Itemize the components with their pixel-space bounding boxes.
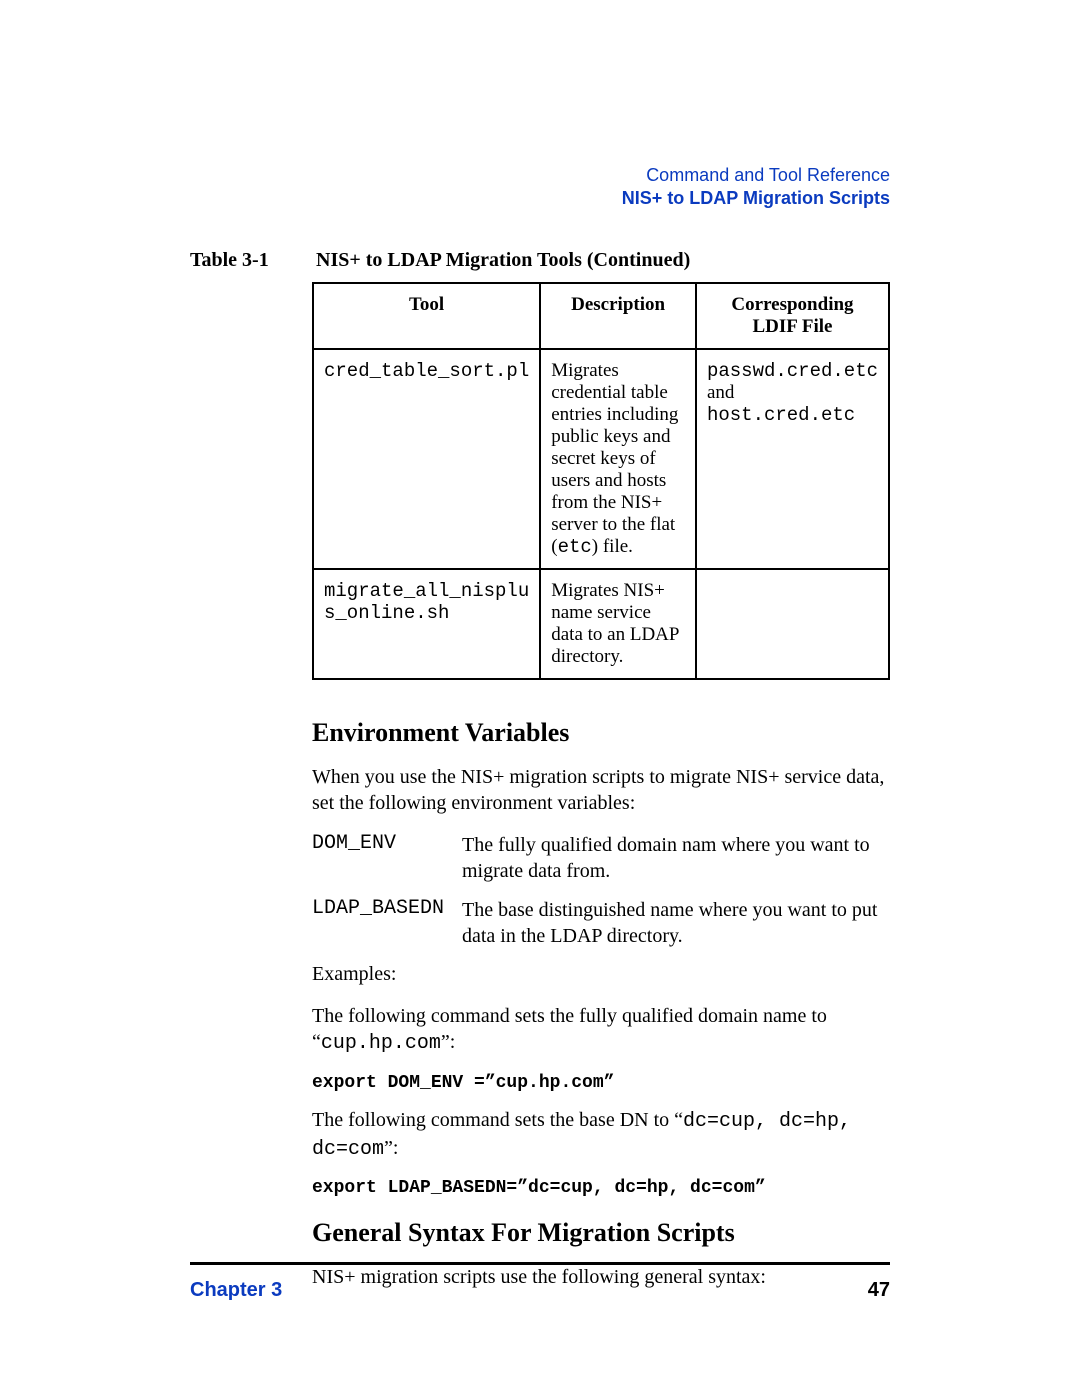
inline-code: cup.hp.com: [321, 1032, 441, 1055]
text: ”:: [441, 1031, 455, 1053]
table-row: cred_table_sort.pl Migrates credential t…: [313, 349, 889, 569]
paragraph: The following command sets the base DN t…: [312, 1107, 890, 1164]
heading-environment-variables: Environment Variables: [312, 718, 890, 748]
text: The following command sets the base DN t…: [312, 1109, 683, 1131]
table-row: migrate_all_nisplus_online.sh Migrates N…: [313, 569, 889, 679]
command-line: export DOM_ENV =”cup.hp.com”: [312, 1073, 890, 1093]
command-line: export LDAP_BASEDN=”dc=cup, dc=hp, dc=co…: [312, 1178, 890, 1198]
cell-description: Migrates credential table entries includ…: [540, 349, 696, 569]
cell-tool: cred_table_sort.pl: [313, 349, 540, 569]
heading-general-syntax: General Syntax For Migration Scripts: [312, 1218, 890, 1248]
ldif-code: host.cred.etc: [707, 404, 855, 426]
ldif-text: and: [707, 382, 734, 403]
cell-description: Migrates NIS+ name service data to an LD…: [540, 569, 696, 679]
desc-text: ) file.: [592, 536, 633, 557]
env-var-description: The fully qualified domain nam where you…: [462, 832, 890, 885]
page-footer: Chapter 3 47: [190, 1262, 890, 1302]
env-var-row: LDAP_BASEDN The base distinguished name …: [312, 897, 890, 950]
page: Command and Tool Reference NIS+ to LDAP …: [0, 0, 1080, 1397]
env-var-name: LDAP_BASEDN: [312, 897, 462, 950]
text: ”:: [384, 1137, 398, 1159]
section-title: NIS+ to LDAP Migration Scripts: [190, 188, 890, 209]
examples-label: Examples:: [312, 961, 890, 987]
paragraph: When you use the NIS+ migration scripts …: [312, 764, 890, 817]
desc-text: Migrates credential table entries includ…: [551, 360, 678, 557]
col-description: Description: [540, 283, 696, 349]
chapter-title: Command and Tool Reference: [190, 165, 890, 186]
table-caption-row: Table 3-1 NIS+ to LDAP Migration Tools (…: [190, 249, 890, 272]
table-caption: NIS+ to LDAP Migration Tools (Continued): [316, 249, 690, 272]
col-ldif: Corresponding LDIF File: [696, 283, 889, 349]
page-header: Command and Tool Reference NIS+ to LDAP …: [190, 165, 890, 209]
chapter-label: Chapter 3: [190, 1279, 282, 1302]
cell-ldif: [696, 569, 889, 679]
desc-code: etc: [558, 536, 592, 558]
cell-tool: migrate_all_nisplus_online.sh: [313, 569, 540, 679]
env-var-row: DOM_ENV The fully qualified domain nam w…: [312, 832, 890, 885]
cell-ldif: passwd.cred.etc and host.cred.etc: [696, 349, 889, 569]
paragraph: The following command sets the fully qua…: [312, 1003, 890, 1058]
page-number: 47: [868, 1279, 890, 1302]
env-var-description: The base distinguished name where you wa…: [462, 897, 890, 950]
migration-tools-table: Tool Description Corresponding LDIF File…: [312, 282, 890, 680]
table-header-row: Tool Description Corresponding LDIF File: [313, 283, 889, 349]
content-column: Tool Description Corresponding LDIF File…: [312, 282, 890, 1291]
col-tool: Tool: [313, 283, 540, 349]
ldif-code: passwd.cred.etc: [707, 360, 878, 382]
env-var-name: DOM_ENV: [312, 832, 462, 885]
table-number: Table 3-1: [190, 249, 312, 272]
